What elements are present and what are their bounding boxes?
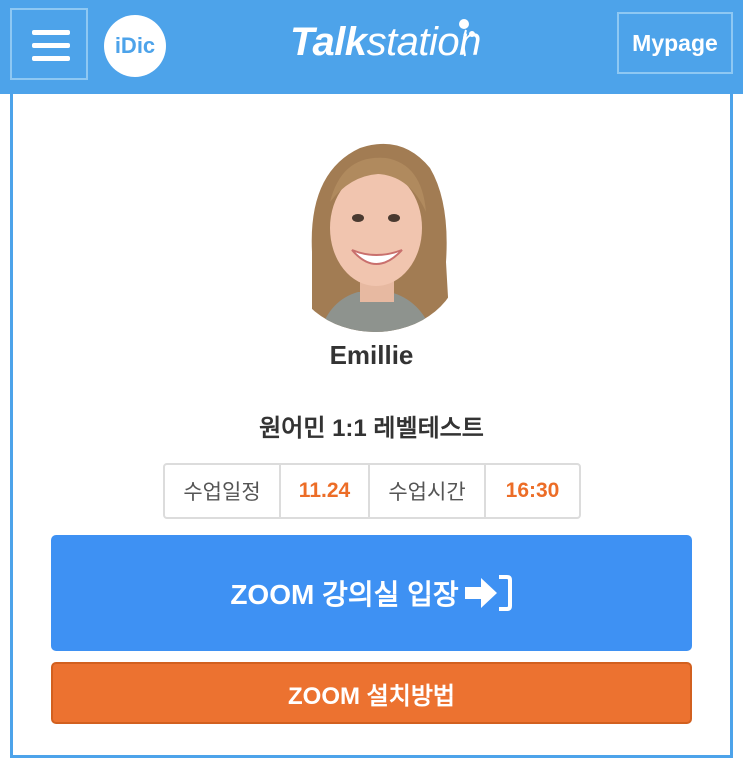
zoom-enter-button[interactable]: ZOOM 강의실 입장 [51, 535, 692, 651]
schedule-label: 수업일정 [165, 465, 281, 517]
time-value: 16:30 [505, 479, 560, 502]
talkstation-logo[interactable]: Talkstation [290, 20, 481, 70]
idic-button[interactable]: iDic [104, 15, 166, 77]
zoom-install-button[interactable]: ZOOM 설치방법 [51, 662, 692, 724]
hamburger-menu-button[interactable] [10, 8, 88, 80]
mypage-button[interactable]: Mypage [617, 12, 733, 74]
speech-bubble-icon [459, 19, 475, 57]
zoom-enter-label: ZOOM 강의실 입장 [230, 579, 459, 610]
teacher-avatar [290, 132, 460, 332]
logo-text-strong: Talk [290, 20, 367, 64]
lesson-info-table: 수업일정 11.24 수업시간 16:30 [163, 463, 581, 519]
teacher-photo [290, 132, 460, 332]
time-label: 수업시간 [370, 465, 486, 517]
top-header: iDic Talkstation Mypage [0, 0, 743, 94]
schedule-value: 11.24 [281, 465, 370, 517]
teacher-name: Emillie [329, 340, 414, 370]
enter-arrow-icon [463, 573, 513, 613]
menu-icon [32, 30, 70, 35]
lesson-title: 원어민 1:1 레벨테스트 [259, 415, 484, 442]
